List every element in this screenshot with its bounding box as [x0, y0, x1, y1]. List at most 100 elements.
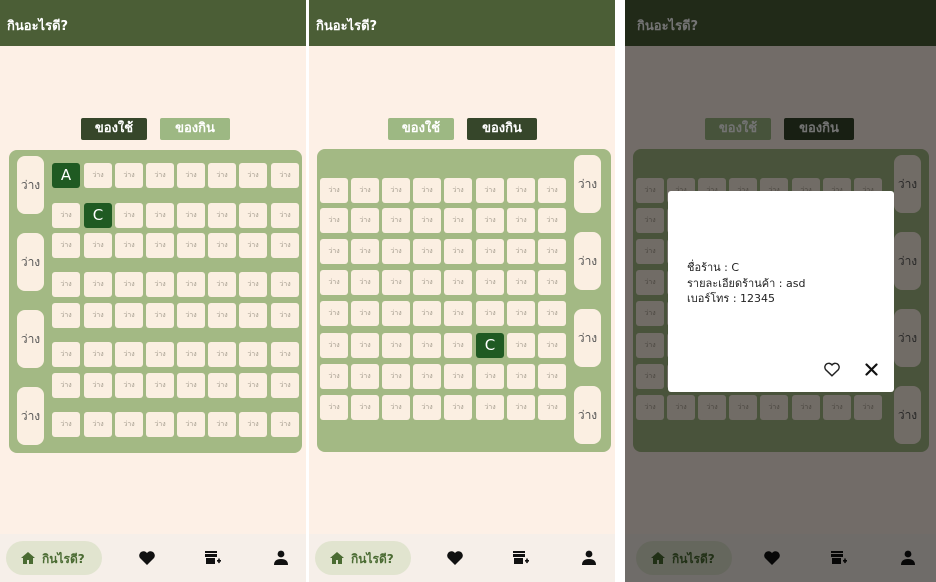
side-stall[interactable]: ว่าง: [17, 156, 44, 214]
stall-cell[interactable]: ว่าง: [320, 239, 348, 264]
stall-cell[interactable]: ว่าง: [84, 303, 112, 328]
stall-cell[interactable]: ว่าง: [271, 412, 299, 437]
stall-cell[interactable]: ว่าง: [413, 301, 441, 326]
stall-cell[interactable]: ว่าง: [476, 178, 504, 203]
stall-cell[interactable]: ว่าง: [84, 342, 112, 367]
stall-cell[interactable]: ว่าง: [115, 233, 143, 258]
stall-cell[interactable]: ว่าง: [351, 333, 379, 358]
stall-cell[interactable]: ว่าง: [52, 412, 80, 437]
stall-cell[interactable]: ว่าง: [177, 303, 205, 328]
heart-icon[interactable]: [446, 549, 464, 567]
stall-cell[interactable]: ว่าง: [271, 163, 299, 188]
stall-cell[interactable]: ว่าง: [239, 342, 267, 367]
side-stall[interactable]: ว่าง: [17, 387, 44, 445]
stall-cell[interactable]: ว่าง: [351, 364, 379, 389]
stall-cell[interactable]: ว่าง: [382, 395, 410, 420]
stall-cell[interactable]: ว่าง: [444, 333, 472, 358]
stall-cell[interactable]: ว่าง: [146, 373, 174, 398]
stall-cell[interactable]: ว่าง: [239, 412, 267, 437]
stall-cell[interactable]: ว่าง: [52, 203, 80, 228]
stall-cell[interactable]: ว่าง: [382, 208, 410, 233]
stall-cell[interactable]: ว่าง: [507, 239, 535, 264]
stall-cell[interactable]: ว่าง: [84, 233, 112, 258]
stall-cell[interactable]: ว่าง: [177, 203, 205, 228]
stall-cell[interactable]: ว่าง: [507, 208, 535, 233]
stall-cell[interactable]: ว่าง: [382, 178, 410, 203]
stall-cell[interactable]: ว่าง: [476, 270, 504, 295]
stall-cell[interactable]: ว่าง: [239, 203, 267, 228]
stall-cell[interactable]: ว่าง: [476, 208, 504, 233]
stall-cell[interactable]: ว่าง: [208, 373, 236, 398]
stall-cell[interactable]: ว่าง: [413, 395, 441, 420]
stall-cell[interactable]: ว่าง: [177, 233, 205, 258]
stall-cell[interactable]: ว่าง: [146, 412, 174, 437]
stall-cell[interactable]: ว่าง: [115, 373, 143, 398]
stall-cell[interactable]: ว่าง: [208, 203, 236, 228]
stall-cell[interactable]: ว่าง: [146, 272, 174, 297]
stall-cell[interactable]: ว่าง: [271, 203, 299, 228]
stall-cell[interactable]: ว่าง: [271, 342, 299, 367]
side-stall[interactable]: ว่าง: [574, 309, 601, 367]
stall-cell[interactable]: ว่าง: [538, 208, 566, 233]
stall-cell[interactable]: ว่าง: [320, 395, 348, 420]
heart-icon[interactable]: [138, 549, 156, 567]
items-tab[interactable]: ของใช้: [388, 118, 454, 140]
stall-cell[interactable]: A: [52, 163, 80, 188]
side-stall[interactable]: ว่าง: [17, 233, 44, 291]
stall-cell[interactable]: ว่าง: [320, 364, 348, 389]
stall-cell[interactable]: ว่าง: [115, 342, 143, 367]
stall-cell[interactable]: ว่าง: [507, 178, 535, 203]
stall-cell[interactable]: ว่าง: [382, 364, 410, 389]
stall-cell[interactable]: ว่าง: [320, 333, 348, 358]
stall-cell[interactable]: C: [476, 333, 504, 358]
stall-cell[interactable]: ว่าง: [444, 178, 472, 203]
stall-cell[interactable]: ว่าง: [84, 163, 112, 188]
stall-cell[interactable]: ว่าง: [146, 233, 174, 258]
stall-cell[interactable]: C: [84, 203, 112, 228]
stall-cell[interactable]: ว่าง: [177, 373, 205, 398]
stall-cell[interactable]: ว่าง: [476, 239, 504, 264]
stall-cell[interactable]: ว่าง: [444, 301, 472, 326]
heart-outline-icon[interactable]: [823, 361, 841, 378]
stall-cell[interactable]: ว่าง: [115, 203, 143, 228]
stall-cell[interactable]: ว่าง: [115, 272, 143, 297]
stall-cell[interactable]: ว่าง: [444, 208, 472, 233]
stall-cell[interactable]: ว่าง: [507, 395, 535, 420]
stall-cell[interactable]: ว่าง: [538, 395, 566, 420]
person-icon[interactable]: [272, 549, 290, 567]
stall-cell[interactable]: ว่าง: [382, 333, 410, 358]
stall-cell[interactable]: ว่าง: [382, 301, 410, 326]
side-stall[interactable]: ว่าง: [574, 155, 601, 213]
stall-cell[interactable]: ว่าง: [52, 303, 80, 328]
stall-cell[interactable]: ว่าง: [115, 412, 143, 437]
side-stall[interactable]: ว่าง: [574, 232, 601, 290]
stall-cell[interactable]: ว่าง: [271, 233, 299, 258]
stall-cell[interactable]: ว่าง: [208, 412, 236, 437]
stall-cell[interactable]: ว่าง: [208, 233, 236, 258]
stall-cell[interactable]: ว่าง: [239, 303, 267, 328]
stall-cell[interactable]: ว่าง: [115, 303, 143, 328]
stall-cell[interactable]: ว่าง: [271, 272, 299, 297]
stall-cell[interactable]: ว่าง: [84, 373, 112, 398]
stall-cell[interactable]: ว่าง: [351, 239, 379, 264]
stall-cell[interactable]: ว่าง: [84, 412, 112, 437]
stall-cell[interactable]: ว่าง: [507, 364, 535, 389]
stall-cell[interactable]: ว่าง: [320, 178, 348, 203]
stall-cell[interactable]: ว่าง: [413, 178, 441, 203]
stall-cell[interactable]: ว่าง: [208, 163, 236, 188]
stall-cell[interactable]: ว่าง: [413, 208, 441, 233]
stall-cell[interactable]: ว่าง: [351, 270, 379, 295]
nav-home-button[interactable]: กินไรดี?: [315, 541, 411, 575]
stall-cell[interactable]: ว่าง: [320, 301, 348, 326]
close-icon[interactable]: [865, 363, 878, 376]
stall-cell[interactable]: ว่าง: [208, 342, 236, 367]
stall-cell[interactable]: ว่าง: [507, 333, 535, 358]
stall-cell[interactable]: ว่าง: [52, 373, 80, 398]
stall-cell[interactable]: ว่าง: [177, 342, 205, 367]
stall-cell[interactable]: ว่าง: [146, 342, 174, 367]
stall-cell[interactable]: ว่าง: [538, 270, 566, 295]
stall-cell[interactable]: ว่าง: [538, 364, 566, 389]
stall-cell[interactable]: ว่าง: [476, 301, 504, 326]
stall-cell[interactable]: ว่าง: [507, 270, 535, 295]
food-tab[interactable]: ของกิน: [160, 118, 230, 140]
